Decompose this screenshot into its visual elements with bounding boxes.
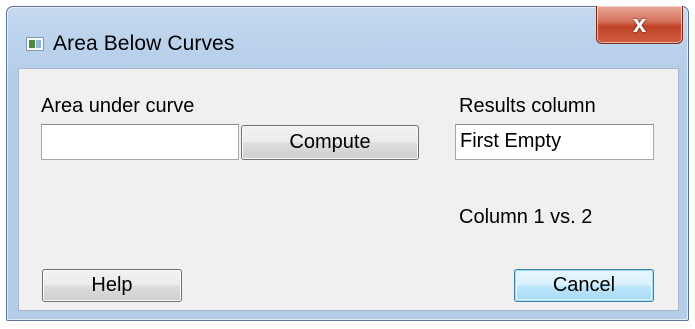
window-title: Area Below Curves [53,32,235,55]
dialog-body: Area under curve Compute Results column … [18,68,679,311]
column-info-text: Column 1 vs. 2 [459,206,593,228]
compute-button[interactable]: Compute [241,125,419,160]
app-window-icon [26,37,44,51]
cancel-button[interactable]: Cancel [514,269,654,302]
title-bar[interactable]: Area Below Curves x [7,6,688,67]
dialog-window: Area Below Curves x Area under curve Com… [6,6,689,321]
results-column-field[interactable]: First Empty [455,124,654,160]
area-under-curve-label: Area under curve [41,95,195,117]
results-column-label: Results column [459,95,596,117]
area-under-curve-field[interactable] [41,124,239,160]
close-button[interactable]: x [596,6,683,44]
help-button[interactable]: Help [42,269,182,302]
close-icon: x [632,10,647,38]
